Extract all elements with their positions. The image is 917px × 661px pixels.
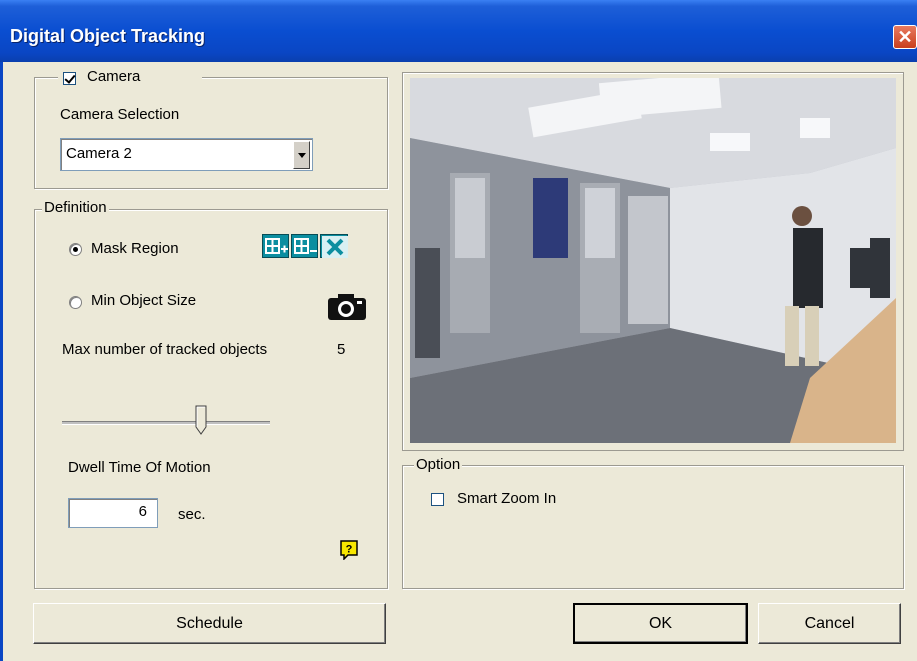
dwell-time-label: Dwell Time Of Motion (68, 459, 211, 476)
camera-icon[interactable] (326, 292, 368, 322)
chevron-down-icon[interactable] (293, 141, 310, 169)
camera-preview-image (410, 78, 896, 443)
max-tracked-slider[interactable] (62, 405, 270, 441)
dwell-time-unit: sec. (178, 506, 206, 523)
clear-regions-icon[interactable] (320, 234, 348, 258)
window-frame (0, 62, 3, 661)
max-tracked-value: 5 (337, 341, 346, 358)
title-bar: Digital Object Tracking ✕ (0, 0, 917, 62)
camera-group (34, 77, 388, 189)
camera-selection-label: Camera Selection (60, 106, 180, 123)
slider-track (62, 421, 270, 425)
max-tracked-label: Max number of tracked objects (62, 341, 268, 358)
cancel-button[interactable]: Cancel (758, 603, 901, 644)
add-region-icon[interactable] (262, 234, 289, 258)
smart-zoom-checkbox[interactable] (431, 493, 444, 506)
mask-region-radio[interactable] (69, 243, 82, 256)
camera-checkbox[interactable] (63, 72, 76, 85)
close-icon[interactable]: ✕ (893, 25, 917, 49)
min-object-size-radio[interactable] (69, 296, 82, 309)
camera-select[interactable]: Camera 2 (60, 138, 313, 171)
option-group (402, 465, 904, 589)
smart-zoom-label: Smart Zoom In (457, 490, 557, 507)
mask-region-label: Mask Region (91, 240, 179, 257)
help-icon[interactable]: ? (340, 540, 358, 561)
min-object-size-label: Min Object Size (91, 292, 197, 309)
definition-legend: Definition (42, 199, 109, 216)
schedule-button[interactable]: Schedule (33, 603, 386, 644)
window-title: Digital Object Tracking (10, 26, 206, 46)
dialog-window: Digital Object Tracking ✕ Camera Camera … (0, 0, 917, 661)
dwell-time-input[interactable]: 6 (68, 498, 158, 528)
svg-text:?: ? (346, 544, 353, 556)
remove-region-icon[interactable] (291, 234, 318, 258)
camera-select-value: Camera 2 (66, 145, 132, 162)
definition-group (34, 209, 388, 589)
option-legend: Option (414, 456, 463, 473)
camera-checkbox-label: Camera (87, 68, 141, 85)
ok-button[interactable]: OK (573, 603, 748, 644)
slider-thumb[interactable] (195, 405, 207, 435)
